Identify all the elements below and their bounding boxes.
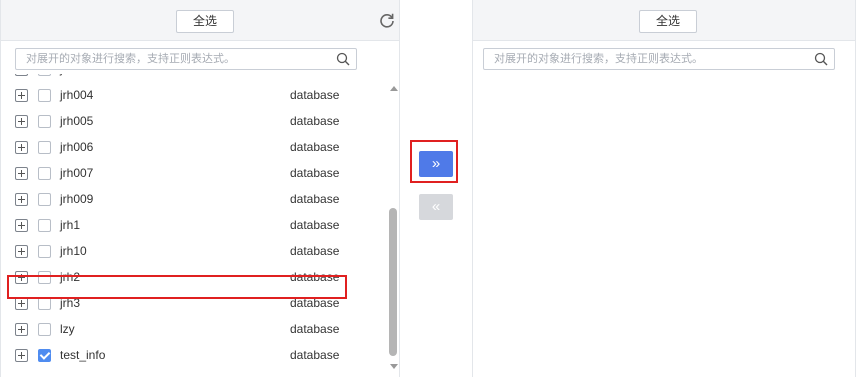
item-checkbox[interactable] [38, 245, 51, 258]
item-name: jrh10 [60, 244, 87, 258]
select-all-button[interactable]: 全选 [176, 10, 234, 33]
item-type: database [290, 322, 340, 336]
expand-plus-icon[interactable] [15, 349, 28, 362]
expand-plus-icon[interactable] [15, 89, 28, 102]
item-type: database [290, 244, 340, 258]
item-type: database [290, 74, 339, 76]
item-checkbox[interactable] [38, 323, 51, 336]
list-item[interactable]: jrh1 database [1, 213, 386, 239]
item-name: jrh003 [60, 74, 93, 76]
expand-plus-icon[interactable] [15, 245, 28, 258]
search-icon[interactable] [336, 52, 350, 66]
item-type: database [290, 218, 340, 232]
item-checkbox[interactable] [38, 89, 51, 102]
item-name: jrh007 [60, 166, 94, 180]
scrollbar-thumb[interactable] [389, 208, 397, 356]
source-panel-header: 全选 [1, 0, 399, 41]
scroll-down-arrow-icon[interactable] [390, 364, 398, 369]
search-icon[interactable] [814, 52, 828, 66]
item-name: lzy [60, 322, 75, 336]
target-search-box [483, 48, 835, 70]
item-checkbox[interactable] [38, 193, 51, 206]
expand-plus-icon[interactable] [15, 141, 28, 154]
item-name: jrh009 [60, 192, 94, 206]
move-right-button[interactable]: » [419, 151, 453, 177]
list-item[interactable]: test_info database [1, 343, 386, 369]
source-search-box [15, 48, 357, 70]
refresh-icon[interactable] [379, 12, 395, 28]
target-panel: 全选 [472, 0, 856, 377]
source-list-scrollbar[interactable] [386, 74, 401, 377]
expand-plus-icon[interactable] [15, 115, 28, 128]
item-name: jrh1 [60, 218, 81, 232]
list-item[interactable]: jrh009 database [1, 187, 386, 213]
list-item[interactable]: jrh3 database [1, 291, 386, 317]
double-chevron-left-icon: « [431, 198, 441, 215]
expand-plus-icon[interactable] [15, 323, 28, 336]
item-name: jrh2 [60, 270, 81, 284]
list-item[interactable]: jrh007 database [1, 161, 386, 187]
source-panel: 全选 jrh003 database jrh004 database jrh005 dat… [0, 0, 400, 377]
expand-plus-icon[interactable] [15, 297, 28, 310]
double-chevron-right-icon: » [431, 155, 441, 172]
expand-plus-icon[interactable] [15, 74, 28, 76]
item-type: database [290, 348, 340, 362]
list-item[interactable]: jrh003 database [1, 74, 386, 83]
item-name: jrh3 [60, 296, 81, 310]
list-item[interactable]: jrh2 database [1, 265, 386, 291]
item-checkbox[interactable] [38, 74, 51, 76]
expand-plus-icon[interactable] [15, 219, 28, 232]
item-type: database [290, 192, 340, 206]
list-item[interactable]: jrh10 database [1, 239, 386, 265]
list-item[interactable]: jrh006 database [1, 135, 386, 161]
select-all-button[interactable]: 全选 [639, 10, 697, 33]
expand-plus-icon[interactable] [15, 167, 28, 180]
item-checkbox[interactable] [38, 167, 51, 180]
list-item[interactable]: lzy database [1, 317, 386, 343]
target-panel-header: 全选 [473, 0, 855, 41]
expand-plus-icon[interactable] [15, 193, 28, 206]
source-search-input[interactable] [16, 49, 326, 69]
list-item[interactable]: jrh005 database [1, 109, 386, 135]
item-type: database [290, 114, 340, 128]
item-checkbox[interactable] [38, 115, 51, 128]
scroll-up-arrow-icon[interactable] [390, 86, 398, 91]
item-type: database [290, 270, 340, 284]
list-item[interactable]: jrh004 database [1, 83, 386, 109]
item-name: jrh005 [60, 114, 94, 128]
item-type: database [290, 166, 340, 180]
move-left-button[interactable]: « [419, 194, 453, 220]
item-checkbox[interactable] [38, 349, 51, 362]
item-checkbox[interactable] [38, 141, 51, 154]
item-checkbox[interactable] [38, 219, 51, 232]
item-type: database [290, 296, 340, 310]
item-type: database [290, 88, 340, 102]
expand-plus-icon[interactable] [15, 271, 28, 284]
item-type: database [290, 140, 340, 154]
item-name: jrh006 [60, 140, 94, 154]
item-checkbox[interactable] [38, 297, 51, 310]
item-name: jrh004 [60, 88, 94, 102]
target-search-input[interactable] [484, 49, 794, 69]
item-name: test_info [60, 348, 106, 362]
source-object-list: jrh003 database jrh004 database jrh005 databa… [1, 74, 386, 377]
item-checkbox[interactable] [38, 271, 51, 284]
